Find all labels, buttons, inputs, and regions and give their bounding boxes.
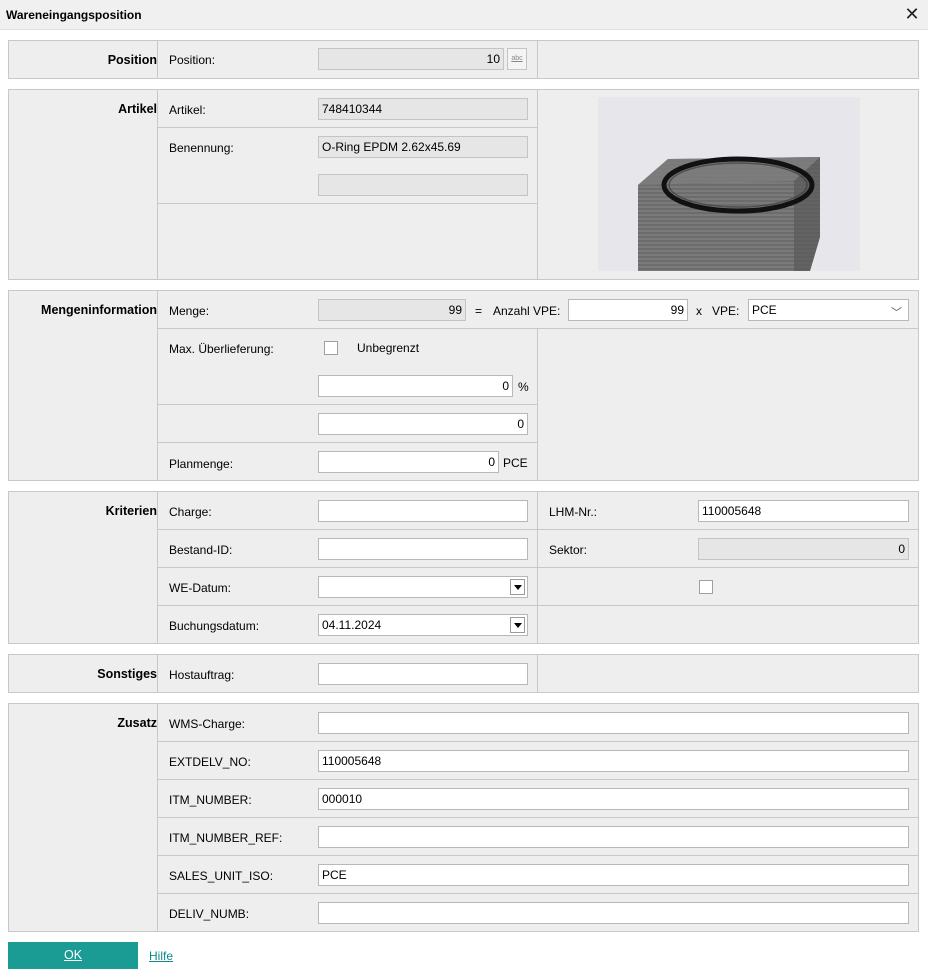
position-field[interactable]: 10	[318, 48, 504, 70]
kriterien-checkbox[interactable]	[699, 580, 713, 594]
buchungsdatum-field[interactable]: 04.11.2024	[318, 614, 528, 636]
position-label: Position:	[169, 53, 216, 67]
sektor-field[interactable]: 0	[698, 538, 909, 560]
wms-charge-field[interactable]	[318, 712, 909, 734]
vpe-select[interactable]: PCE ﹀	[748, 299, 909, 321]
hostauftrag-label: Hostauftrag:	[169, 668, 235, 682]
section-label-zusatz: Zusatz	[117, 716, 157, 730]
chevron-down-icon: ﹀	[891, 307, 902, 319]
vpe-select-value: PCE	[752, 303, 777, 317]
bestand-id-field[interactable]	[318, 538, 528, 560]
section-label-artikel: Artikel	[118, 102, 157, 116]
artikel-label: Artikel:	[169, 103, 206, 117]
percent-unit: %	[518, 380, 529, 394]
section-label-sonstiges: Sonstiges	[97, 667, 157, 681]
section-label-kriterien: Kriterien	[105, 504, 157, 518]
section-zusatz: Zusatz WMS-Charge: EXTDELV_NO: 110005648…	[8, 703, 919, 932]
lhm-nr-field[interactable]: 110005648	[698, 500, 909, 522]
title-bar: Wareneingangsposition ✕	[0, 0, 928, 30]
times-sign: x	[696, 304, 702, 318]
unbegrenzt-checkbox[interactable]	[324, 341, 338, 355]
sektor-label: Sektor:	[549, 543, 588, 557]
max-absolute-field[interactable]: 0	[318, 413, 528, 435]
max-ueberlieferung-label: Max. Überlieferung:	[169, 342, 274, 356]
benennung-label: Benennung:	[169, 141, 234, 155]
planmenge-field[interactable]: 0	[318, 451, 499, 473]
buchungsdatum-value: 04.11.2024	[322, 618, 382, 632]
buchungsdatum-label: Buchungsdatum:	[169, 619, 260, 633]
close-icon[interactable]: ✕	[902, 4, 922, 24]
charge-field[interactable]	[318, 500, 528, 522]
abc-button[interactable]: abc	[507, 48, 527, 70]
itm-number-label: ITM_NUMBER:	[169, 793, 252, 807]
menge-label: Menge:	[169, 304, 210, 318]
dropdown-arrow-icon[interactable]	[510, 617, 525, 633]
equals-sign: =	[475, 304, 483, 318]
charge-label: Charge:	[169, 505, 212, 519]
anzahl-vpe-field[interactable]: 99	[568, 299, 688, 321]
section-kriterien: Kriterien Charge: LHM-Nr.: 110005648 Bes…	[8, 491, 919, 644]
product-image	[598, 97, 860, 271]
benennung2-field[interactable]	[318, 174, 528, 196]
section-label-position: Position	[107, 53, 157, 67]
deliv-numb-field[interactable]	[318, 902, 909, 924]
section-label-mengeninformation: Mengeninformation	[41, 303, 157, 317]
lhm-nr-label: LHM-Nr.:	[549, 505, 597, 519]
window-title: Wareneingangsposition	[6, 8, 142, 22]
dropdown-arrow-icon[interactable]	[510, 579, 525, 595]
we-datum-label: WE-Datum:	[169, 581, 232, 595]
benennung-field[interactable]: O-Ring EPDM 2.62x45.69	[318, 136, 528, 158]
extdelv-no-field[interactable]: 110005648	[318, 750, 909, 772]
ok-button[interactable]: OK	[8, 942, 138, 969]
sales-unit-iso-label: SALES_UNIT_ISO:	[169, 869, 274, 883]
o-ring-photo	[638, 156, 820, 271]
unbegrenzt-label: Unbegrenzt	[357, 341, 420, 355]
itm-number-field[interactable]: 000010	[318, 788, 909, 810]
sales-unit-iso-field[interactable]: PCE	[318, 864, 909, 886]
vpe-label: VPE:	[712, 304, 740, 318]
section-mengeninformation: Mengeninformation Menge: 99 = Anzahl VPE…	[8, 290, 919, 481]
section-sonstiges: Sonstiges Hostauftrag:	[8, 654, 919, 693]
itm-number-ref-label: ITM_NUMBER_REF:	[169, 831, 283, 845]
max-percent-field[interactable]: 0	[318, 375, 513, 397]
menge-field[interactable]: 99	[318, 299, 466, 321]
hilfe-link[interactable]: Hilfe	[149, 949, 173, 963]
extdelv-no-label: EXTDELV_NO:	[169, 755, 251, 769]
wms-charge-label: WMS-Charge:	[169, 717, 246, 731]
we-datum-field[interactable]	[318, 576, 528, 598]
planmenge-label: Planmenge:	[169, 457, 234, 471]
itm-number-ref-field[interactable]	[318, 826, 909, 848]
deliv-numb-label: DELIV_NUMB:	[169, 907, 250, 921]
artikel-field[interactable]: 748410344	[318, 98, 528, 120]
section-position: Position Position: 10 abc	[8, 40, 919, 79]
anzahl-vpe-label: Anzahl VPE:	[493, 304, 561, 318]
bestand-id-label: Bestand-ID:	[169, 543, 233, 557]
hostauftrag-field[interactable]	[318, 663, 528, 685]
planmenge-unit: PCE	[503, 456, 528, 470]
section-artikel: Artikel Artikel: 748410344 Benennung: O-…	[8, 89, 919, 280]
